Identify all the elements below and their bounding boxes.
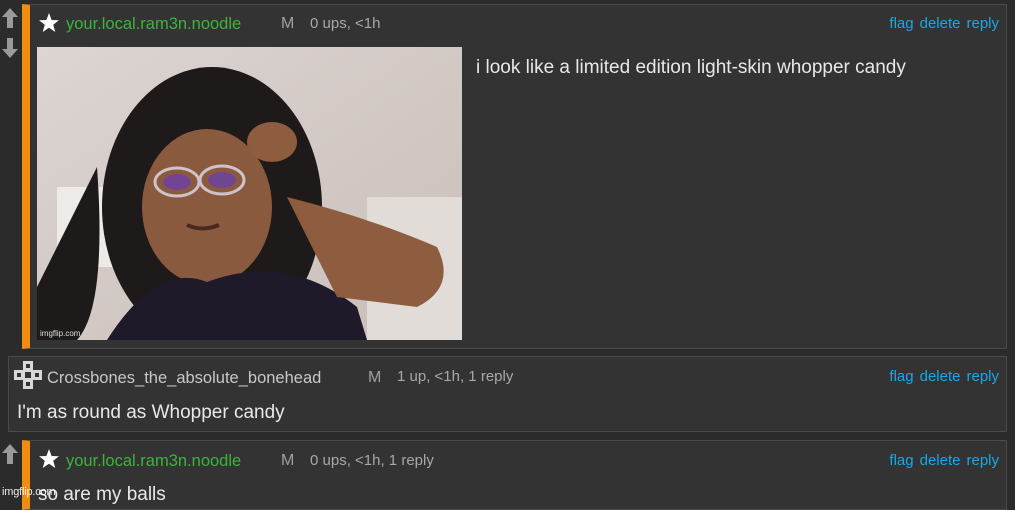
comment-actions: flag delete reply [883,452,999,469]
username-link[interactable]: Crossbones_the_absolute_bonehead [47,369,321,388]
delete-link[interactable]: delete [920,452,961,469]
flag-link[interactable]: flag [889,452,913,469]
comment-actions: flag delete reply [883,15,999,32]
reply-link[interactable]: reply [966,15,999,32]
star-icon [39,449,59,468]
delete-link[interactable]: delete [920,368,961,385]
star-icon [39,13,59,32]
gender-label: M [281,452,295,469]
comment-reply: Crossbones_the_absolute_bonehead M 1 up,… [8,356,1007,432]
gender-label: M [368,369,382,386]
upvote-arrow-icon [2,444,18,464]
delete-link[interactable]: delete [920,15,961,32]
comment-meta: 0 ups, <1h, 1 reply [310,452,434,469]
username-link[interactable]: your.local.ram3n.noodle [66,15,241,34]
reply-link[interactable]: reply [966,368,999,385]
reply-link[interactable]: reply [966,452,999,469]
user-icon [14,361,42,389]
page-watermark: imgflip.com [2,486,56,498]
upvote-arrow-icon [2,8,18,28]
gender-label: M [281,15,295,32]
image-watermark: imgflip.com [40,329,81,338]
downvote-button[interactable] [0,34,20,62]
comment-actions: flag delete reply [883,368,999,385]
flag-link[interactable]: flag [889,15,913,32]
comment-text: I'm as round as Whopper candy [17,402,285,423]
upvote-button[interactable] [0,4,20,32]
comment-text: i look like a limited edition light-skin… [476,57,906,78]
comment-text: so are my balls [38,484,166,505]
upvote-button[interactable] [0,440,20,468]
comment-photo[interactable]: imgflip.com [37,47,462,340]
comment-op: your.local.ram3n.noodle M 0 ups, <1h, 1 … [22,440,1007,510]
username-link[interactable]: your.local.ram3n.noodle [66,452,241,471]
photo-illustration [37,47,462,340]
comment-meta: 1 up, <1h, 1 reply [397,368,514,385]
downvote-arrow-icon [2,38,18,58]
comment-meta: 0 ups, <1h [310,15,381,32]
flag-link[interactable]: flag [889,368,913,385]
